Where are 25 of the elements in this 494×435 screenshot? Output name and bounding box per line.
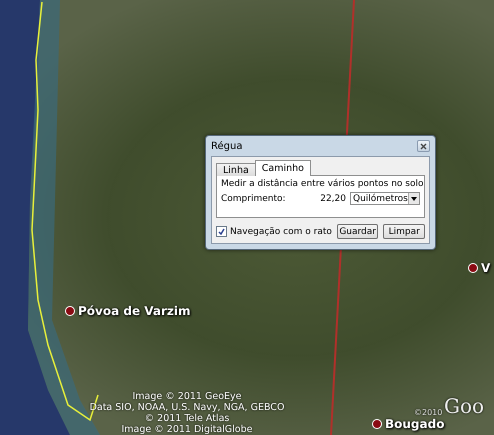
copyright-text: ©2010 <box>414 408 442 417</box>
tab[interactable]: Linha <box>216 163 256 176</box>
attribution-text: Image © 2011 GeoEye <box>132 391 242 402</box>
place-marker-icon <box>65 306 75 316</box>
place-label[interactable]: Póvoa de Varzim <box>78 304 191 318</box>
length-label: Comprimento: <box>221 194 286 204</box>
attribution-text: Image © 2011 DigitalGlobe <box>122 424 252 435</box>
unit-dropdown[interactable]: Quilómetros <box>350 192 420 205</box>
logo-text: Goo <box>444 394 484 418</box>
checkbox[interactable] <box>216 226 227 237</box>
place-label[interactable]: Bougado <box>385 417 444 431</box>
close-button[interactable] <box>417 140 430 152</box>
length-value: 22,20 <box>320 194 346 204</box>
dialog-button[interactable]: Limpar <box>383 224 425 239</box>
tab[interactable]: Caminho <box>254 160 311 176</box>
satellite-map[interactable] <box>0 0 494 435</box>
caret-icon <box>410 196 417 200</box>
checkbox-label[interactable]: Navegação com o rato <box>230 226 332 236</box>
dialog-title: Régua <box>211 140 242 152</box>
attribution-text: © 2011 Tele Atlas <box>144 413 230 424</box>
place-label[interactable]: V <box>481 261 490 275</box>
close-icon <box>420 142 427 150</box>
place-marker-icon <box>372 419 382 429</box>
place-marker-icon <box>468 263 478 273</box>
dialog-button[interactable]: Guardar <box>336 224 378 239</box>
